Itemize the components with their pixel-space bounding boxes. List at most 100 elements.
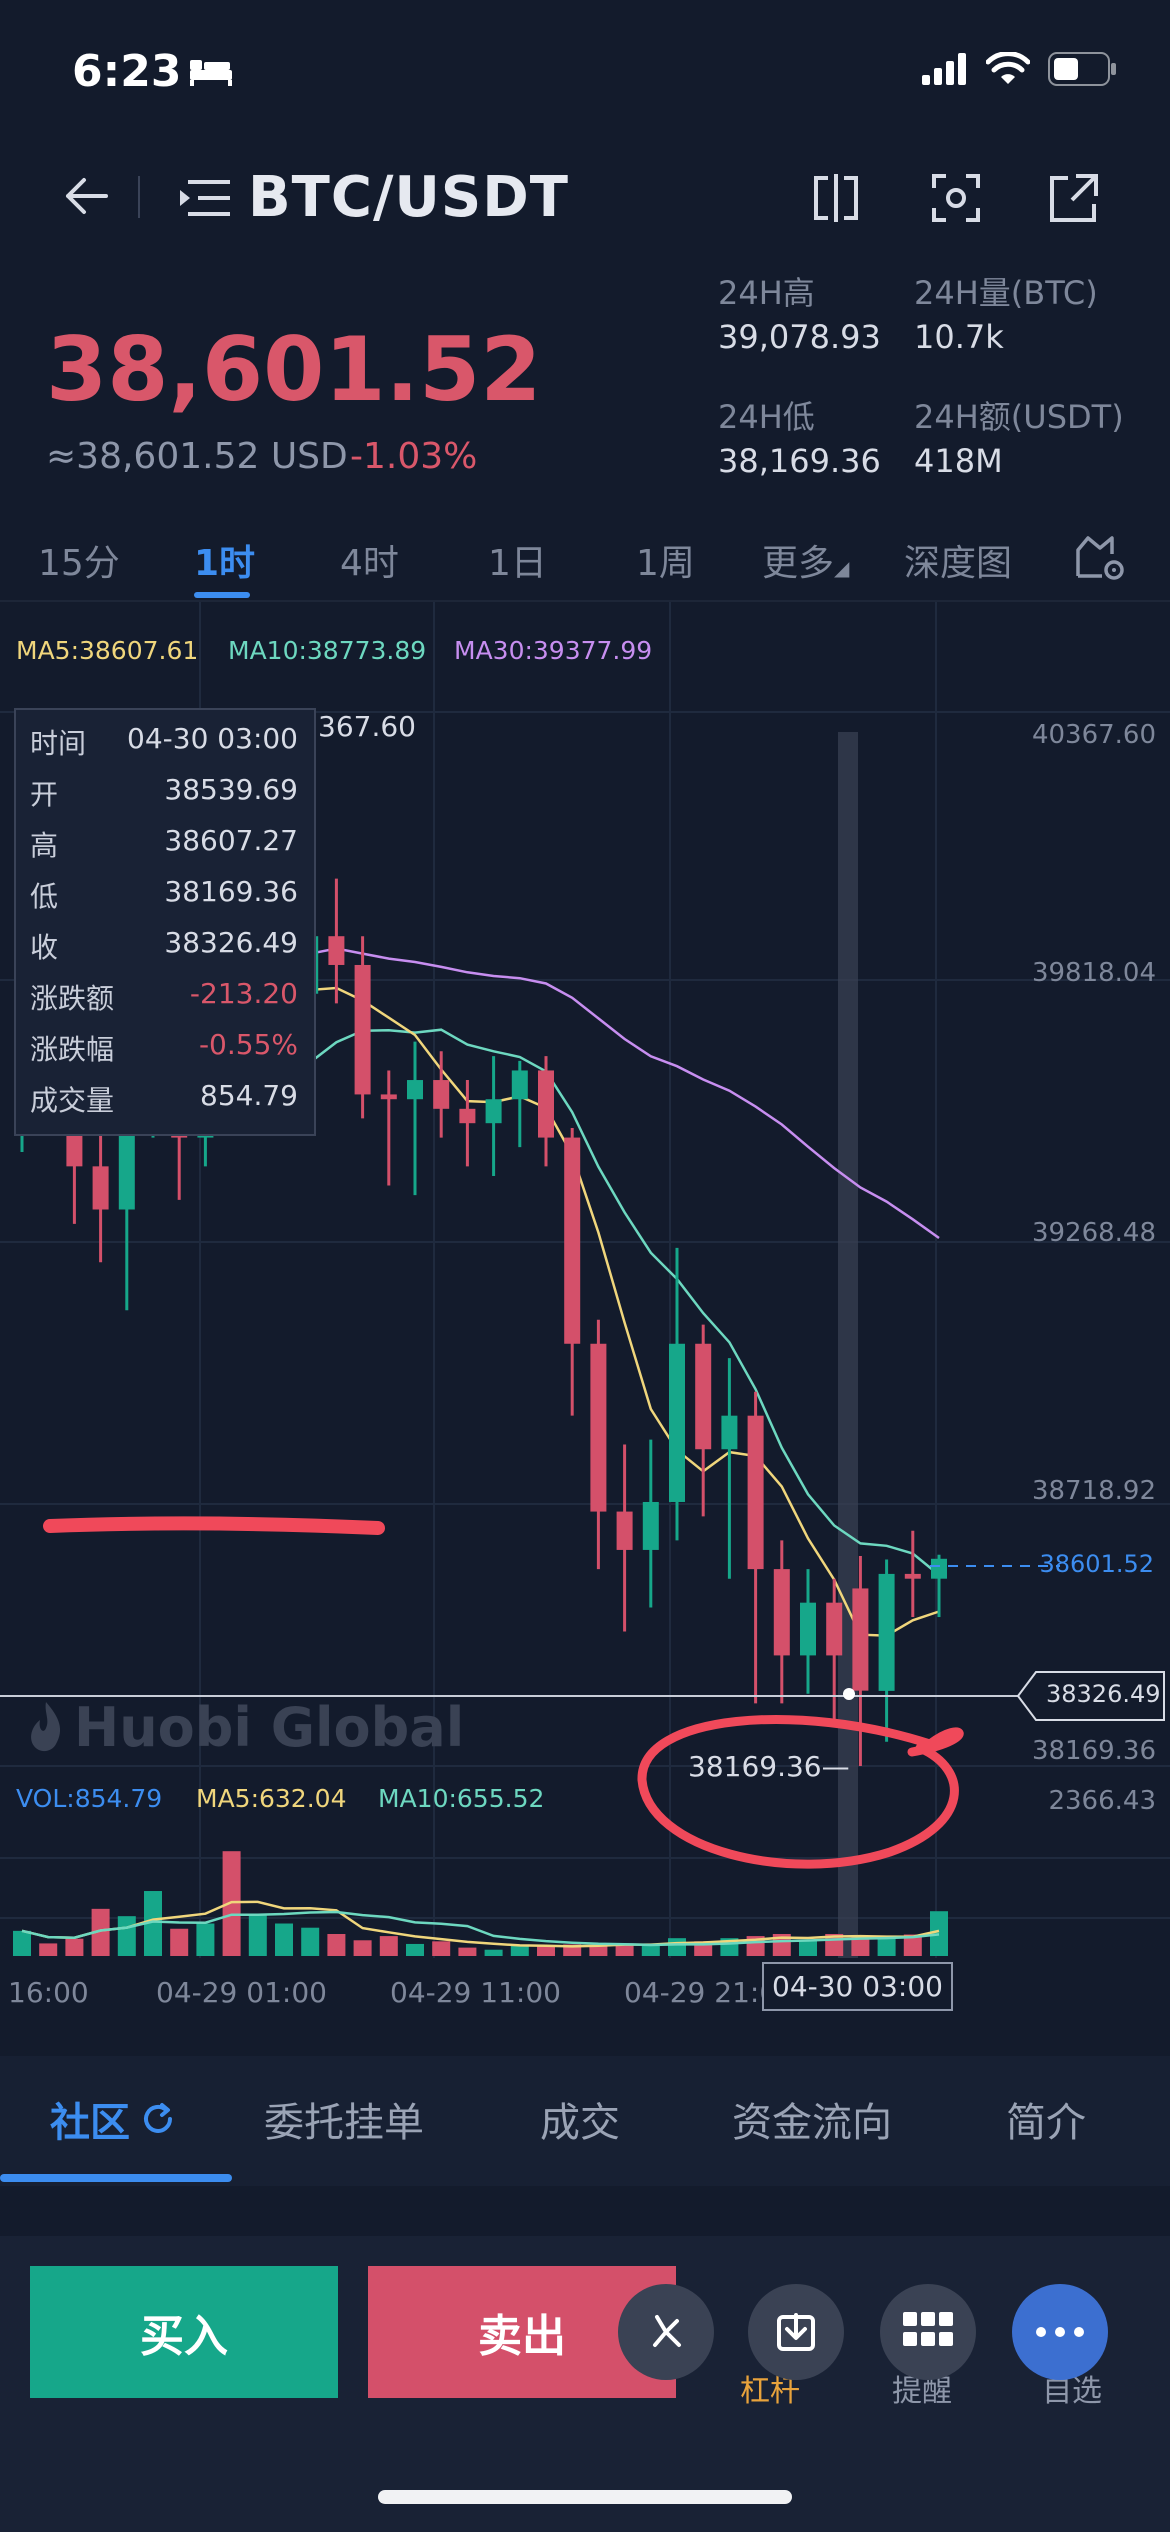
kline-chart[interactable]: MA5:38607.61 MA10:38773.89 MA30:39377.99…	[0, 602, 1170, 2022]
tooltip-row: 开 38539.69	[30, 773, 298, 813]
more-button[interactable]	[1012, 2284, 1108, 2380]
tooltip-row: 成交量 854.79	[30, 1079, 298, 1119]
tab-open-orders[interactable]: 委托挂单	[264, 2090, 424, 2148]
volume-legend: VOL:854.79	[16, 1784, 163, 1813]
tooltip-key: 开	[30, 778, 59, 811]
volume-bar	[458, 1947, 477, 1956]
tooltip-value: -213.20	[189, 977, 298, 1010]
tooltip-key: 高	[30, 829, 59, 862]
tooltip-key: 低	[30, 880, 59, 913]
candle-down	[747, 1415, 764, 1570]
annotation-underline	[43, 1516, 385, 1535]
tooltip-value: 04-30 03:00	[127, 722, 298, 755]
y-axis-label: 38169.36	[1031, 1736, 1156, 1766]
tab-1hour[interactable]: 1时	[194, 534, 255, 586]
screenshot-icon[interactable]	[928, 170, 984, 226]
tab-1day[interactable]: 1日	[488, 534, 547, 586]
min-price-value: 38169.36	[688, 1750, 822, 1783]
current-price-tag: 38601.52	[1039, 1550, 1154, 1578]
volume-bar	[248, 1915, 267, 1956]
active-tab-indicator	[194, 592, 250, 598]
watermark-text: Huobi Global	[74, 1696, 465, 1759]
candle-down	[459, 1108, 476, 1124]
last-price: 38,601.52	[46, 318, 542, 421]
volume-bar	[668, 1938, 686, 1956]
volume-24h-value: 10.7k	[914, 318, 1004, 356]
buy-button[interactable]: 买入	[30, 2266, 338, 2398]
volume-bar	[877, 1938, 896, 1956]
y-axis-label: 38718.92	[1031, 1476, 1156, 1506]
pinwheel-icon	[653, 2315, 681, 2347]
tooltip-value: 38607.27	[164, 824, 298, 857]
volume-bar	[799, 1940, 817, 1956]
tooltip-key: 收	[30, 931, 59, 964]
ohlc-tooltip: 时间 04-30 03:00 开 38539.69 高 38607.27 低 38169…	[14, 708, 316, 1136]
tab-4hour[interactable]: 4时	[340, 534, 399, 586]
tab-intro[interactable]: 简介	[1006, 2090, 1086, 2148]
tooltip-value: 854.79	[200, 1079, 298, 1112]
chart-settings-icon[interactable]	[1072, 528, 1128, 584]
tab-community[interactable]: 社区	[50, 2090, 176, 2148]
tab-1week[interactable]: 1周	[636, 534, 695, 586]
tooltip-key: 成交量	[30, 1084, 115, 1117]
trading-pair-title[interactable]: BTC/USDT	[248, 165, 569, 230]
tab-15min[interactable]: 15分	[38, 534, 120, 586]
ma30-legend: MA30:39377.99	[454, 636, 653, 665]
candle-down	[354, 964, 371, 1095]
candle-down	[328, 936, 345, 965]
candle-up	[721, 1415, 738, 1450]
min-price-marker: 38169.36—	[688, 1750, 850, 1783]
candle-up	[485, 1099, 502, 1124]
low-24h-label: 24H低	[718, 398, 815, 436]
dropdown-triangle-icon: ◢	[834, 556, 850, 580]
grid-menu-button[interactable]	[880, 2284, 976, 2380]
tooltip-row: 时间 04-30 03:00	[30, 722, 298, 762]
high-marker-label: 367.60	[318, 710, 416, 743]
candle-down	[826, 1602, 843, 1656]
sleep-mode-icon	[190, 60, 232, 86]
download-button[interactable]	[748, 2284, 844, 2380]
candle-down	[564, 1137, 581, 1344]
refresh-icon[interactable]	[140, 2101, 176, 2137]
candle-up	[669, 1343, 685, 1502]
tooltip-value: -0.55%	[198, 1028, 298, 1061]
tab-trades[interactable]: 成交	[540, 2090, 620, 2148]
header-divider	[138, 176, 140, 218]
crosshair-time-tag: 04-30 03:00	[762, 1962, 953, 2011]
ma10-legend: MA10:38773.89	[228, 636, 427, 665]
market-list-icon[interactable]	[180, 178, 230, 218]
landscape-mode-icon[interactable]	[808, 170, 864, 226]
candle-down	[590, 1343, 607, 1512]
tab-community-label: 社区	[50, 2100, 130, 2146]
candle-up	[407, 1080, 423, 1100]
tooltip-row: 涨跌额 -213.20	[30, 977, 298, 1017]
battery-icon	[1048, 52, 1116, 86]
y-axis-label: 39268.48	[1031, 1218, 1156, 1248]
y-axis-label: 39818.04	[1031, 958, 1156, 988]
home-indicator[interactable]	[378, 2490, 792, 2504]
candle-down	[380, 1094, 397, 1100]
candle-up	[511, 1070, 528, 1100]
x-axis-label: 16:00	[8, 1976, 89, 2009]
back-arrow-icon[interactable]	[60, 170, 112, 222]
tab-fund-flow[interactable]: 资金流向	[732, 2090, 892, 2148]
price-change-percent: -1.03%	[350, 436, 478, 477]
amount-24h-value: 418M	[914, 442, 1003, 480]
candle-down	[695, 1343, 712, 1450]
candle-down	[92, 1166, 109, 1210]
tooltip-row: 低 38169.36	[30, 875, 298, 915]
volume-bar	[353, 1940, 372, 1956]
tab-more[interactable]: 更多◢	[762, 534, 849, 586]
tooltip-row: 收 38326.49	[30, 926, 298, 966]
volume-bar	[65, 1938, 84, 1956]
share-icon[interactable]	[1046, 170, 1102, 226]
candle-down	[538, 1070, 554, 1138]
volume-axis-label: 2366.43	[1048, 1786, 1156, 1816]
y-axis-label: 40367.60	[1031, 720, 1156, 750]
tooltip-row: 高 38607.27	[30, 824, 298, 864]
more-dots-icon	[1036, 2327, 1084, 2337]
high-24h-label: 24H高	[718, 274, 815, 312]
watermark: Huobi Global	[26, 1696, 464, 1759]
tab-depth-chart[interactable]: 深度图	[904, 534, 1012, 586]
pinwheel-button[interactable]	[618, 2284, 714, 2380]
